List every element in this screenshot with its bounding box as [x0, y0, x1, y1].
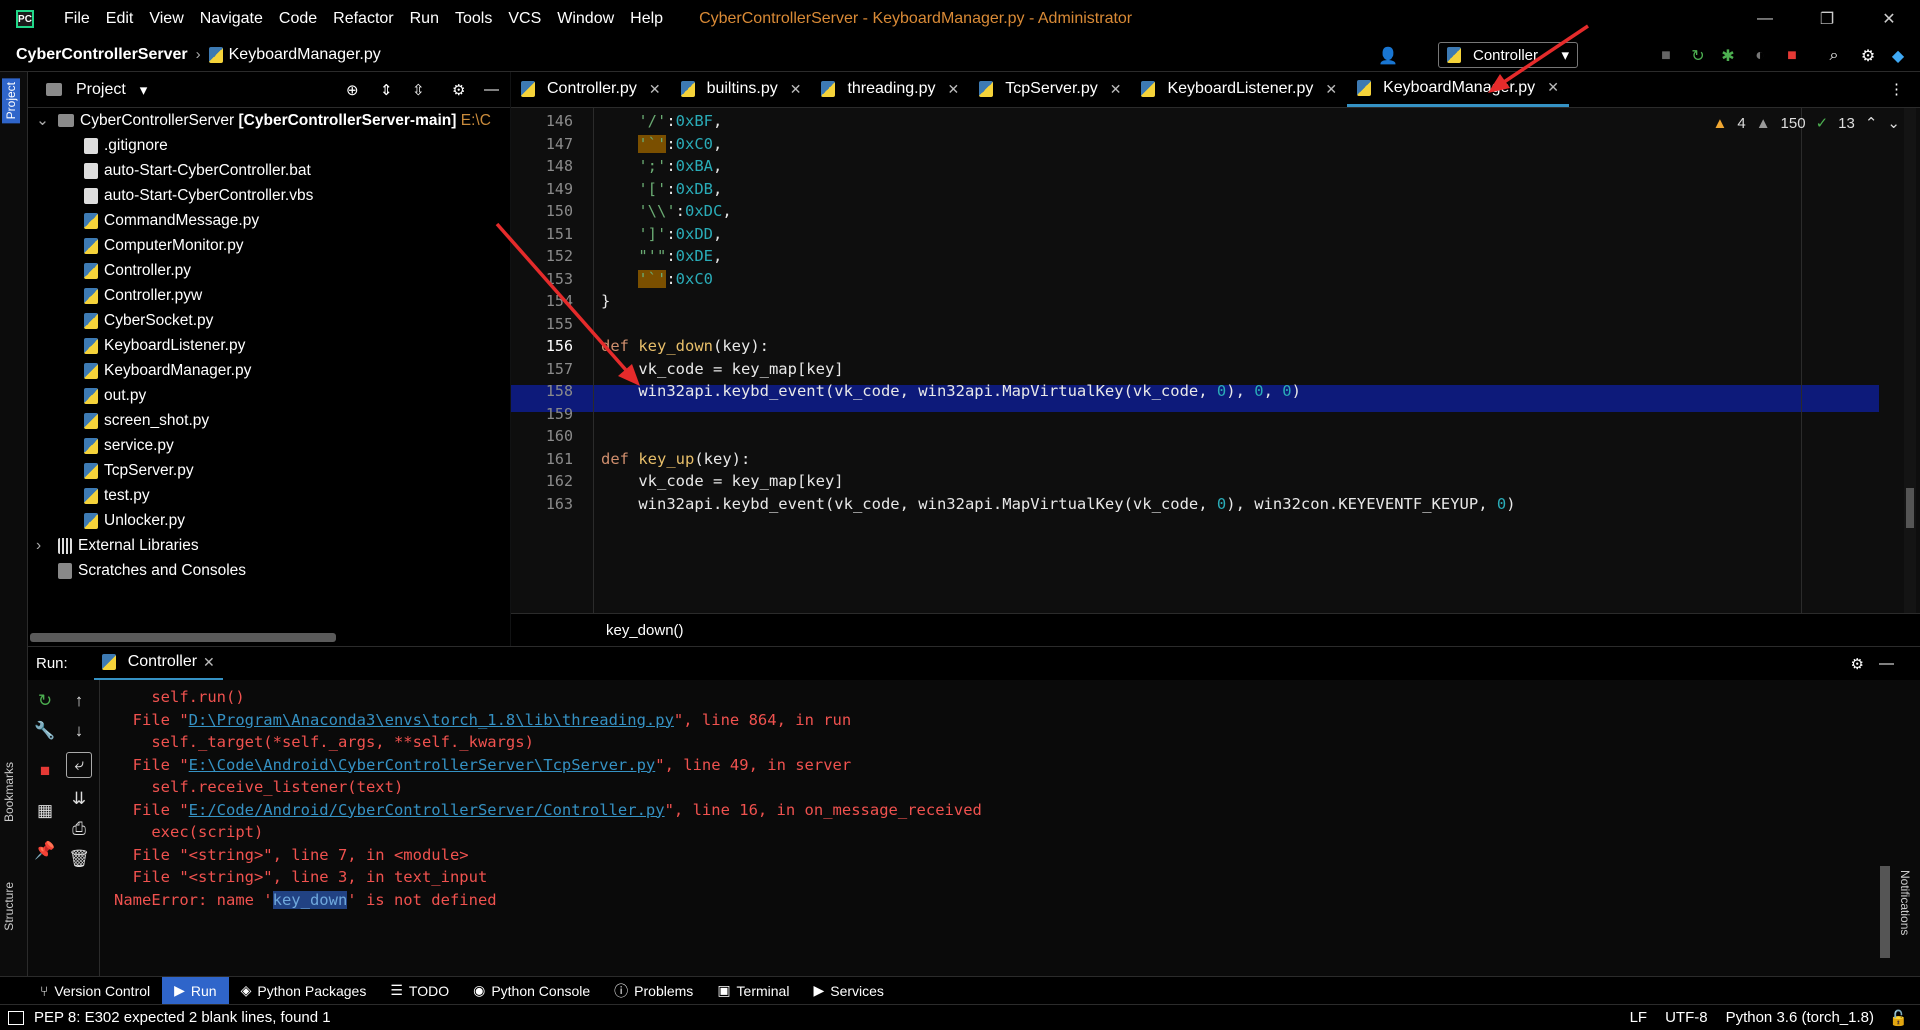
annotation-arrows — [495, 24, 1589, 386]
arrow-head — [1488, 74, 1510, 93]
red-arrow-to-tab — [1497, 24, 1589, 88]
red-arrow-to-def — [495, 222, 635, 380]
ide-window: PC File Edit View Navigate Code Refactor Run To… — [0, 0, 1920, 1030]
